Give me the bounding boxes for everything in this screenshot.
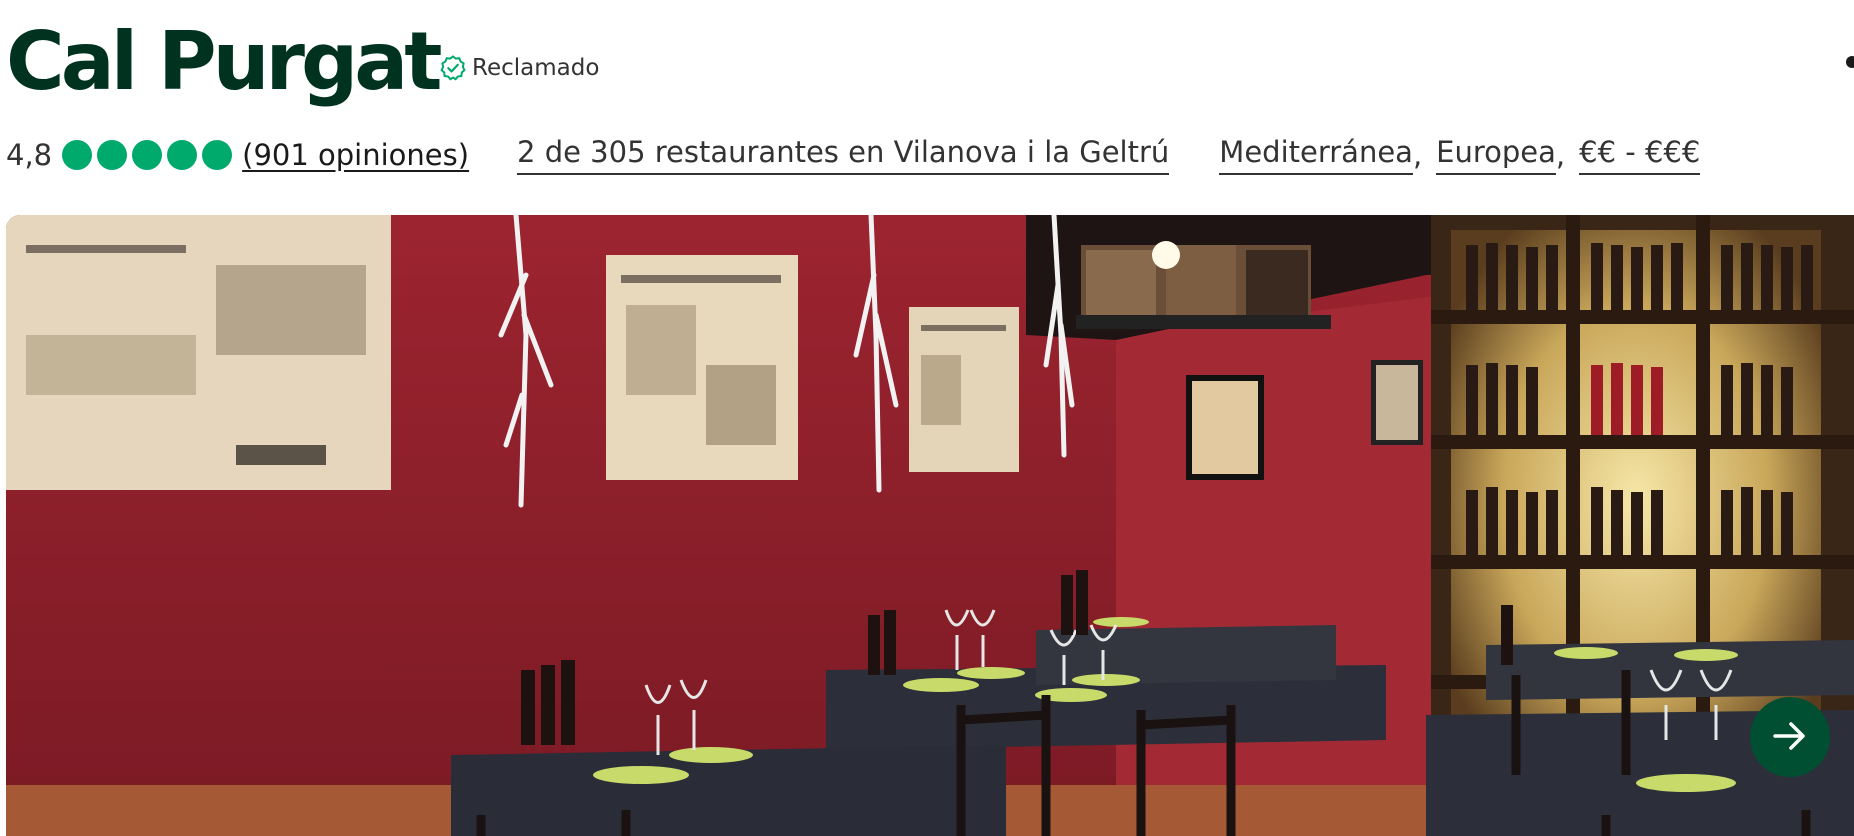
claimed-badge[interactable]: Reclamado — [440, 52, 599, 84]
ranking-link[interactable]: 2 de 305 restaurantes en Vilanova i la G… — [517, 135, 1170, 175]
rating-bubble-icon — [97, 140, 128, 170]
gallery-next-button[interactable] — [1750, 697, 1830, 777]
arrow-right-icon — [1770, 716, 1810, 759]
rating-bubbles — [62, 140, 233, 170]
claimed-label: Reclamado — [472, 55, 600, 81]
restaurant-name: Cal Purgat — [6, 15, 442, 108]
verified-check-icon — [440, 55, 466, 81]
price-range-tag[interactable]: €€ - €€€ — [1579, 135, 1701, 175]
rating-bubble-icon — [167, 140, 198, 170]
more-options-icon[interactable] — [1846, 56, 1854, 68]
cuisine-tag-mediterranean[interactable]: Mediterránea — [1219, 135, 1413, 175]
photo-gallery[interactable] — [6, 215, 1854, 836]
rating-row: 4,8 (901 opiniones) 2 de 305 restaurante… — [6, 132, 1701, 178]
rating-bubble-icon — [62, 140, 93, 170]
tag-separator: , — [1412, 138, 1423, 172]
cuisine-tag-european[interactable]: Europea — [1436, 135, 1556, 175]
reviews-link[interactable]: (901 opiniones) — [242, 138, 469, 172]
restaurant-interior-photo — [6, 215, 1854, 836]
rating-value: 4,8 — [6, 138, 53, 172]
rating-bubble-icon — [202, 140, 233, 170]
tag-separator: , — [1555, 138, 1566, 172]
rating-bubble-icon — [132, 140, 163, 170]
cuisine-tags: Mediterránea , Europea , €€ - €€€ — [1219, 135, 1701, 175]
